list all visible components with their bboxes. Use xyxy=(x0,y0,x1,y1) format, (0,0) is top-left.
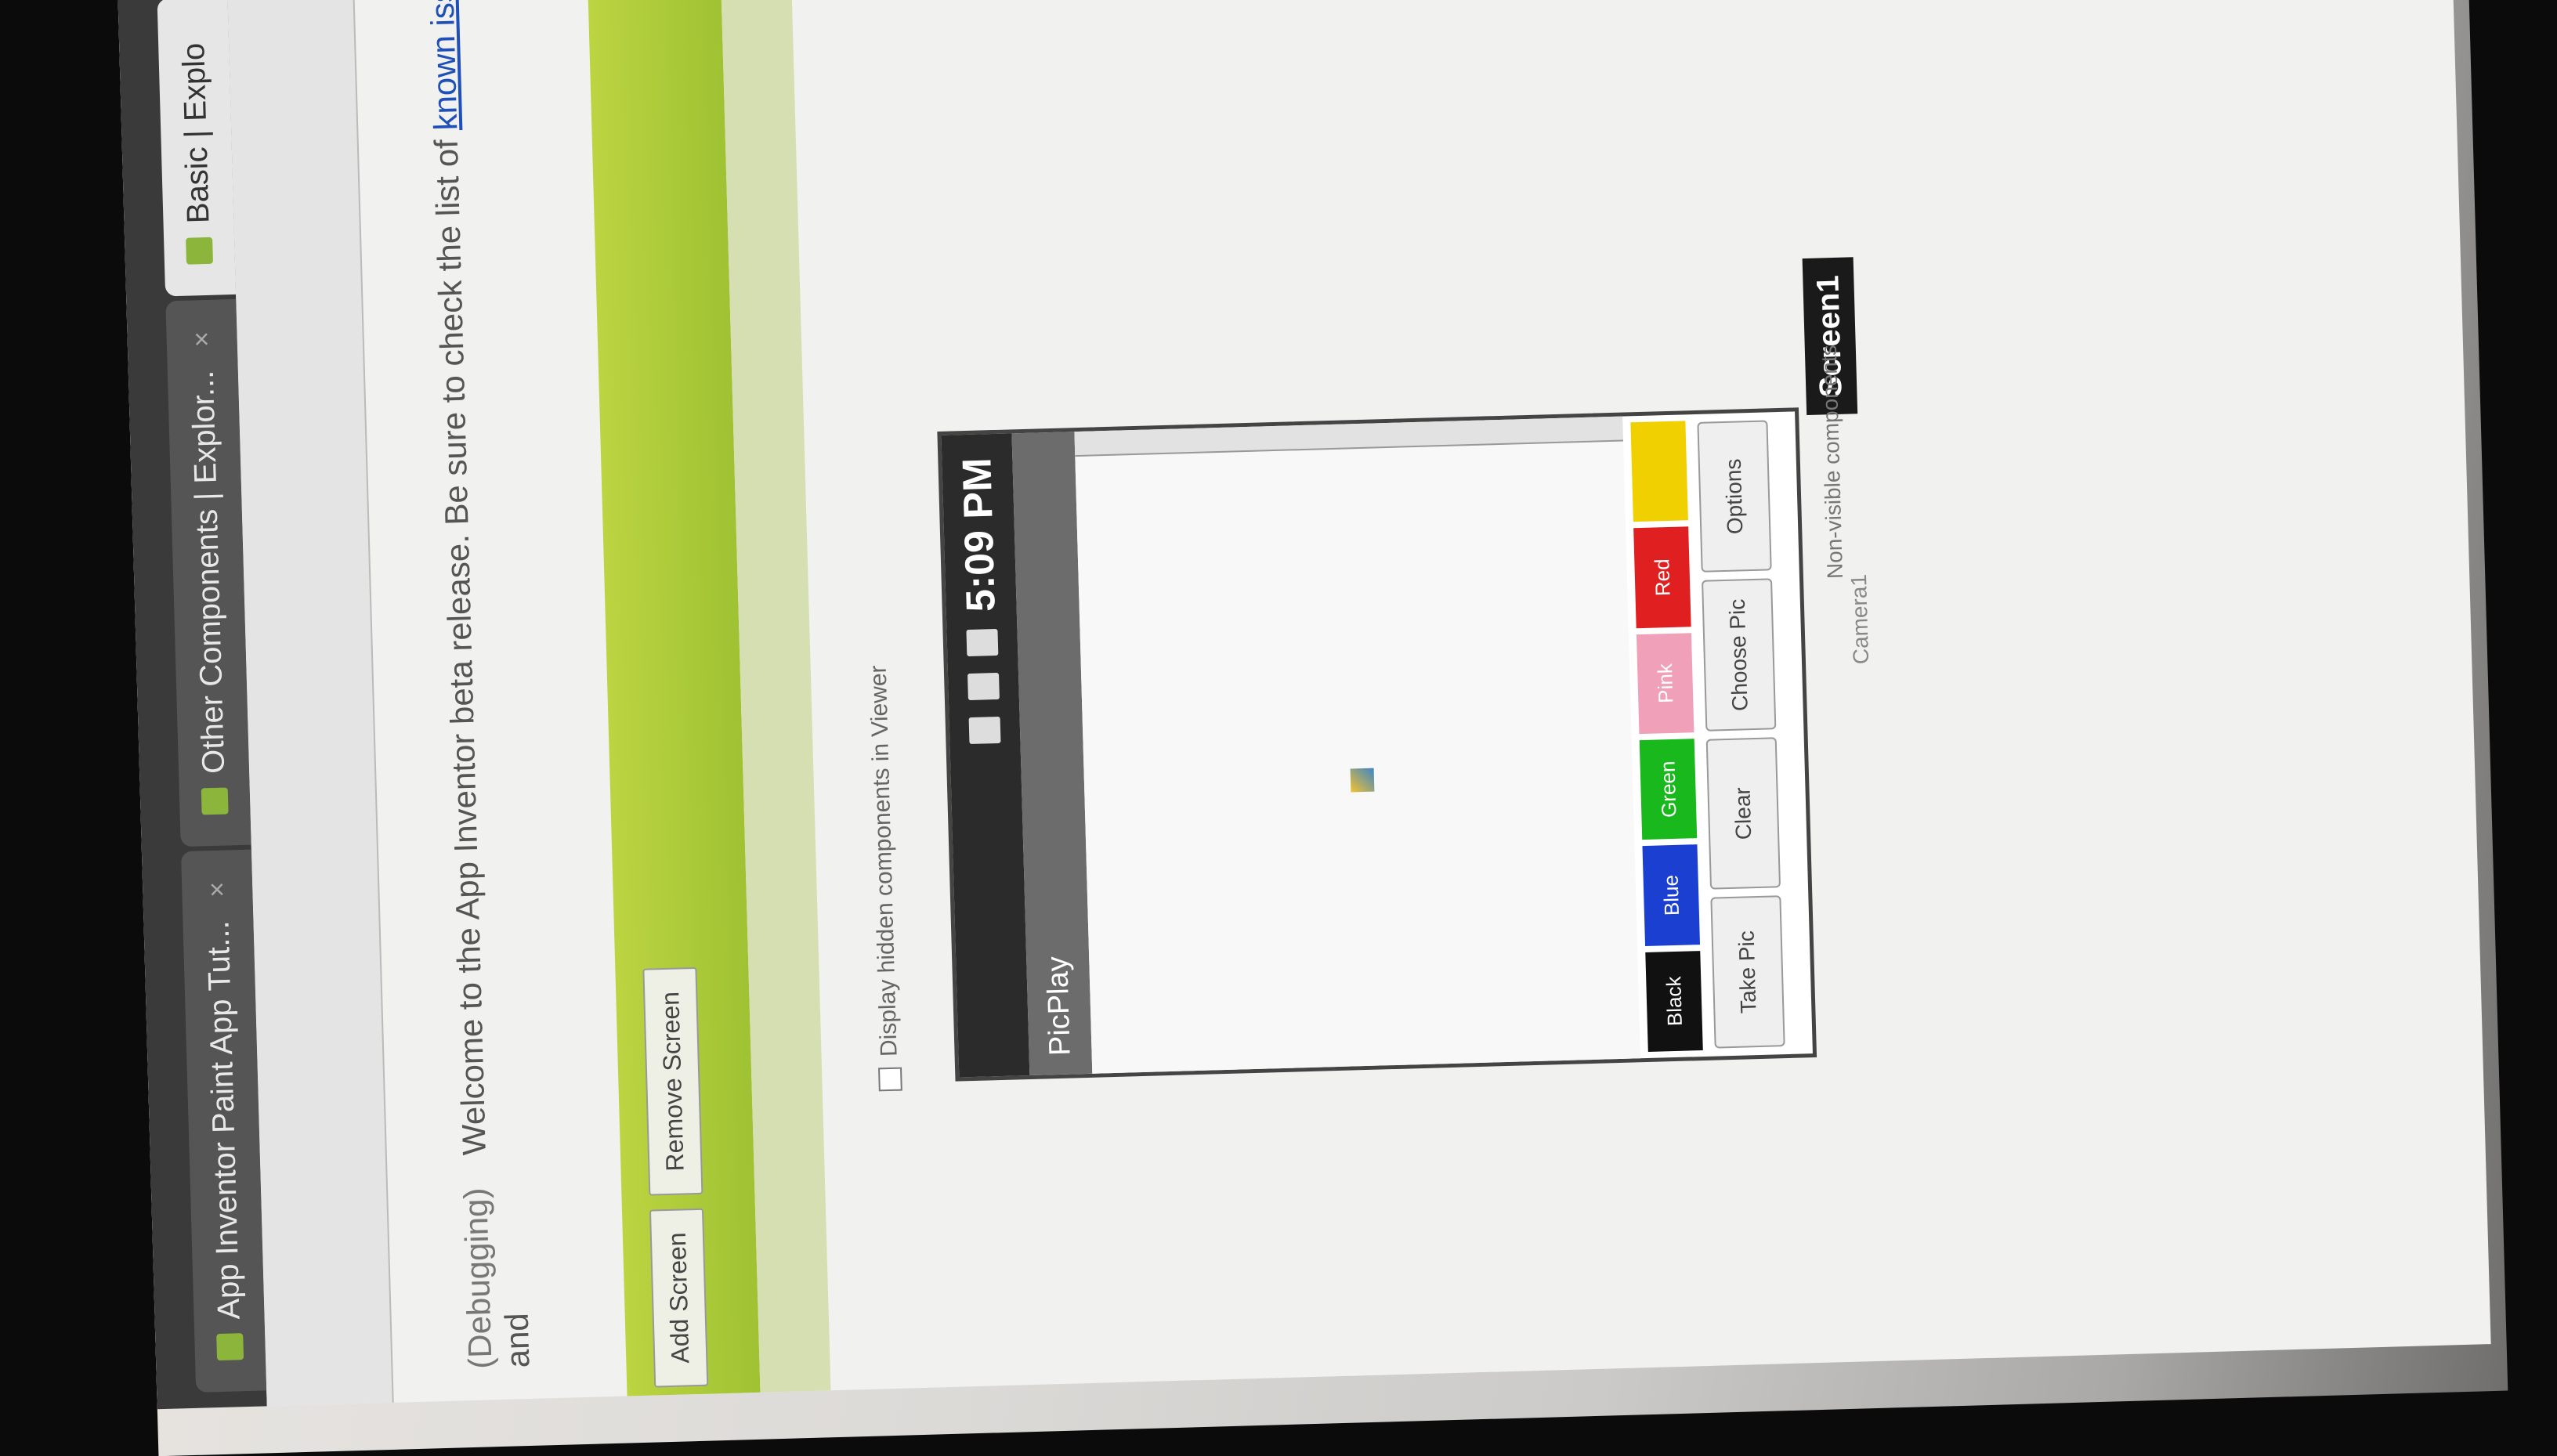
signal-icon xyxy=(967,672,1000,700)
color-button-row: Black Blue Green Pink Red xyxy=(1630,414,1703,1058)
tab-label: Basic | Explo xyxy=(175,42,216,224)
notice-suffix: and xyxy=(497,1312,537,1369)
known-issues-link[interactable]: known issues xyxy=(421,0,464,131)
image-placeholder-icon xyxy=(1350,768,1375,793)
tab-favicon-icon xyxy=(186,237,214,265)
browser-tab-active[interactable]: Basic | Explo xyxy=(157,0,237,297)
phone-preview: 5:09 PM PicPlay Black Blue Green Pink Re… xyxy=(937,407,1817,1082)
tab-favicon-icon xyxy=(216,1333,244,1361)
color-button-green[interactable]: Green xyxy=(1639,739,1698,840)
color-button-yellow[interactable] xyxy=(1630,421,1688,522)
color-button-blue[interactable]: Blue xyxy=(1642,844,1701,946)
beta-notice: (Debugging) Welcome to the App Inventor … xyxy=(421,0,537,1400)
app-title: PicPlay xyxy=(1040,956,1077,1057)
color-button-pink[interactable]: Pink xyxy=(1636,632,1694,735)
drawing-canvas[interactable] xyxy=(1075,439,1641,1074)
tab-label: Other Components | Explor... xyxy=(185,370,231,775)
hidden-components-toggle[interactable]: Display hidden components in Viewer xyxy=(865,665,904,1092)
battery-icon xyxy=(966,628,999,656)
hidden-components-label: Display hidden components in Viewer xyxy=(865,665,902,1057)
status-time: 5:09 PM xyxy=(954,457,1004,612)
add-screen-button[interactable]: Add Screen xyxy=(649,1208,709,1388)
tab-close-icon[interactable]: × xyxy=(202,881,233,898)
notice-prefix: (Debugging) xyxy=(457,1187,499,1370)
action-button-row: Take Pic Clear Choose Pic Options xyxy=(1697,412,1785,1056)
options-button[interactable]: Options xyxy=(1697,420,1772,573)
tab-close-icon[interactable]: × xyxy=(186,331,218,348)
wifi-icon xyxy=(968,716,1001,744)
notice-text: Welcome to the App Inventor beta release… xyxy=(427,139,493,1156)
tab-label: App Inventor Paint App Tut... xyxy=(200,920,247,1321)
color-button-red[interactable]: Red xyxy=(1633,526,1691,628)
monitor-screen: App Inventor Paint App Tut... × Other Co… xyxy=(117,0,2508,1456)
clear-button[interactable]: Clear xyxy=(1705,737,1781,891)
camera-component-label[interactable]: Camera1 xyxy=(1846,574,1874,665)
app-inventor-designer: App Inventor Paint App Tut... × Other Co… xyxy=(117,0,2491,1410)
checkbox-icon[interactable] xyxy=(878,1067,902,1092)
tab-favicon-icon xyxy=(201,787,229,815)
take-pic-button[interactable]: Take Pic xyxy=(1710,895,1785,1049)
remove-screen-button[interactable]: Remove Screen xyxy=(642,967,703,1196)
color-button-black[interactable]: Black xyxy=(1645,950,1703,1052)
choose-pic-button[interactable]: Choose Pic xyxy=(1702,578,1777,732)
